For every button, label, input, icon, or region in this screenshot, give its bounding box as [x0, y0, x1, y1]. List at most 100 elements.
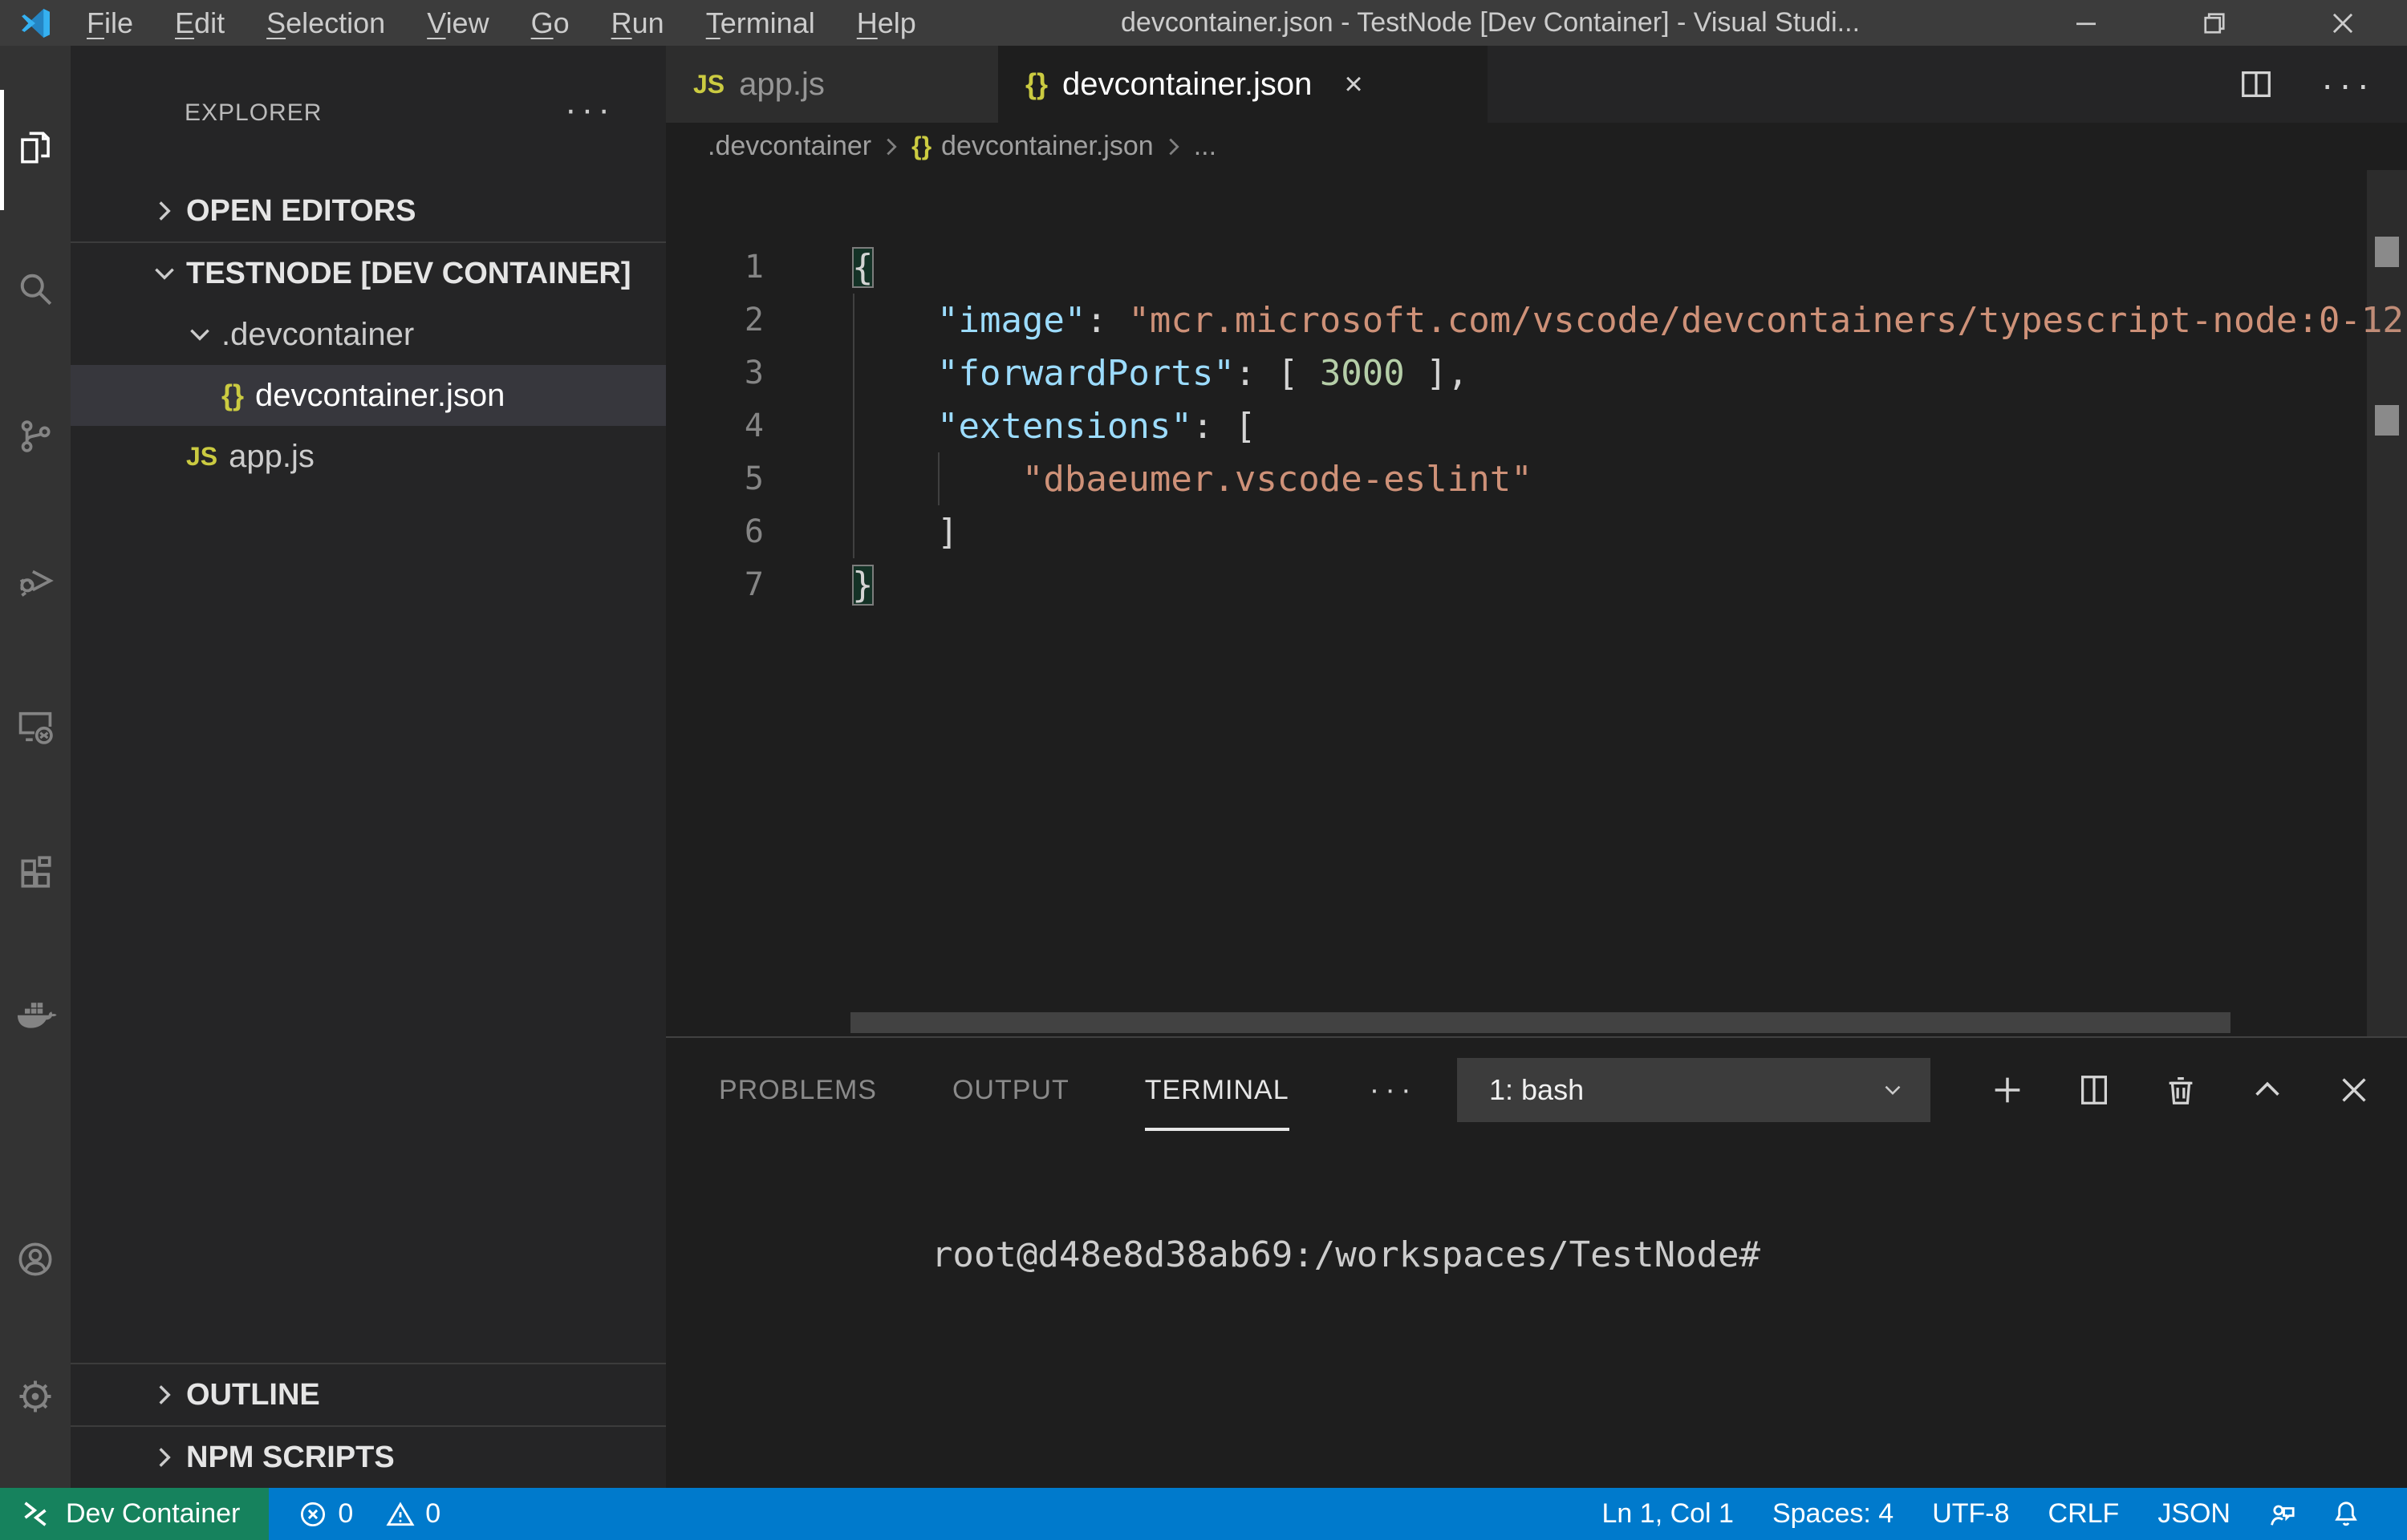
code-line-1[interactable]: 1{ — [666, 241, 2407, 294]
menu-edit[interactable]: Edit — [154, 0, 246, 46]
status-crlf[interactable]: CRLF — [2029, 1498, 2139, 1530]
terminal-selector[interactable]: 1: bash — [1457, 1058, 1930, 1122]
code-text: "dbaeumer.vscode-eslint" — [786, 459, 1532, 500]
section-label: OUTLINE — [186, 1378, 320, 1412]
panel-tab-output[interactable]: OUTPUT — [952, 1038, 1070, 1142]
menu-go[interactable]: Go — [510, 0, 591, 46]
js-file-icon: JS — [186, 442, 217, 472]
tab-label: app.js — [739, 67, 825, 103]
code-line-2[interactable]: 2 "image": "mcr.microsoft.com/vscode/dev… — [666, 294, 2407, 346]
search-icon[interactable] — [0, 252, 71, 326]
tree-item-label: .devcontainer — [221, 317, 414, 353]
tab-app.js[interactable]: JSapp.js — [666, 46, 998, 123]
code-text: { — [786, 247, 874, 288]
warnings-icon — [385, 1499, 416, 1530]
code-text: "extensions": [ — [786, 406, 1256, 447]
feedback-icon[interactable] — [2250, 1498, 2314, 1530]
docker-icon[interactable] — [0, 976, 71, 1050]
breadcrumb-item[interactable]: ... — [1194, 131, 1216, 162]
tree-item-open-editors[interactable]: OPEN EDITORS — [71, 180, 666, 241]
bottom-panel: PROBLEMS OUTPUT TERMINAL ··· 1: bash — [666, 1036, 2407, 1488]
section-outline[interactable]: OUTLINE — [71, 1364, 666, 1425]
kill-terminal-icon[interactable] — [2160, 1069, 2202, 1111]
close-window-button[interactable] — [2279, 0, 2407, 46]
horizontal-scrollbar[interactable] — [850, 1012, 2230, 1033]
split-editor-icon[interactable] — [2238, 66, 2275, 103]
errors-count: 0 — [338, 1498, 353, 1530]
new-terminal-icon[interactable] — [1987, 1069, 2028, 1111]
section-npm-scripts[interactable]: NPM SCRIPTS — [71, 1427, 666, 1488]
menu-terminal[interactable]: Terminal — [685, 0, 836, 46]
close-panel-icon[interactable] — [2333, 1069, 2375, 1111]
title-bar: FileEditSelectionViewGoRunTerminalHelp d… — [0, 0, 2407, 46]
json-file-icon: {} — [1025, 67, 1048, 101]
status-spaces-4[interactable]: Spaces: 4 — [1753, 1498, 1913, 1530]
menu-selection[interactable]: Selection — [246, 0, 406, 46]
code-line-4[interactable]: 4 "extensions": [ — [666, 399, 2407, 452]
notifications-bell-icon[interactable] — [2314, 1498, 2378, 1530]
code-text: } — [786, 565, 874, 606]
explorer-more-icon[interactable]: ··· — [565, 92, 615, 128]
tree-item-label: devcontainer.json — [255, 378, 505, 414]
tab-devcontainer.json[interactable]: {}devcontainer.json× — [998, 46, 1488, 123]
restore-button[interactable] — [2150, 0, 2279, 46]
extensions-icon[interactable] — [0, 835, 71, 909]
scrollbar-decoration — [2375, 405, 2399, 436]
menu-file[interactable]: File — [66, 0, 154, 46]
tree-item-testnode-dev-container-[interactable]: TESTNODE [DEV CONTAINER] — [71, 243, 666, 304]
line-number: 3 — [666, 355, 786, 391]
breadcrumb-item[interactable]: {}devcontainer.json — [911, 131, 1154, 162]
editor-group: JSapp.js{}devcontainer.json× ··· .devcon… — [666, 46, 2407, 1488]
panel-tab-terminal[interactable]: TERMINAL — [1145, 1038, 1289, 1142]
breadcrumb-label: ... — [1194, 131, 1216, 162]
code-line-7[interactable]: 7} — [666, 558, 2407, 611]
problems-status[interactable]: 0 0 — [269, 1498, 461, 1530]
terminal-output[interactable]: root@d48e8d38ab69:/workspaces/TestNode# — [666, 1142, 2407, 1316]
tree-item-label: TESTNODE [DEV CONTAINER] — [186, 257, 631, 291]
tree-item-app.js[interactable]: JSapp.js — [71, 426, 666, 487]
status-utf-8[interactable]: UTF-8 — [1913, 1498, 2028, 1530]
breadcrumb-label: .devcontainer — [708, 131, 871, 162]
explorer-icon[interactable] — [0, 111, 71, 184]
code-line-5[interactable]: 5 "dbaeumer.vscode-eslint" — [666, 452, 2407, 505]
split-terminal-icon[interactable] — [2073, 1069, 2115, 1111]
panel-header: PROBLEMS OUTPUT TERMINAL ··· 1: bash — [666, 1038, 2407, 1142]
status-ln-1-col-1[interactable]: Ln 1, Col 1 — [1583, 1498, 1753, 1530]
remote-label: Dev Container — [66, 1498, 240, 1530]
breadcrumb-separator-icon — [871, 135, 911, 159]
menu-view[interactable]: View — [406, 0, 509, 46]
breadcrumb-item[interactable]: .devcontainer — [708, 131, 871, 162]
warnings-count: 0 — [425, 1498, 440, 1530]
window-title: devcontainer.json - TestNode [Dev Contai… — [1121, 0, 1860, 46]
breadcrumb-label: devcontainer.json — [941, 131, 1154, 162]
source-control-icon[interactable] — [0, 399, 71, 473]
remote-icon — [19, 1498, 51, 1530]
menu-run[interactable]: Run — [591, 0, 685, 46]
maximize-panel-icon[interactable] — [2247, 1069, 2288, 1111]
close-tab-icon[interactable]: × — [1344, 67, 1362, 103]
vertical-scrollbar[interactable] — [2367, 170, 2407, 1036]
status-json[interactable]: JSON — [2138, 1498, 2250, 1530]
panel-tab-problems[interactable]: PROBLEMS — [719, 1038, 877, 1142]
terminal-selector-value: 1: bash — [1489, 1073, 1879, 1107]
code-editor[interactable]: 1{2 "image": "mcr.microsoft.com/vscode/d… — [666, 170, 2407, 1036]
tree-item-devcontainer.json[interactable]: {}devcontainer.json — [71, 365, 666, 426]
section-label: NPM SCRIPTS — [186, 1441, 395, 1475]
tree-item-.devcontainer[interactable]: .devcontainer — [71, 304, 666, 365]
panel-more-icon[interactable]: ··· — [1370, 1074, 1417, 1106]
editor-more-icon[interactable]: ··· — [2321, 68, 2375, 100]
settings-gear-icon[interactable] — [0, 1360, 71, 1433]
vscode-window: FileEditSelectionViewGoRunTerminalHelp d… — [0, 0, 2407, 1540]
code-line-3[interactable]: 3 "forwardPorts": [ 3000 ], — [666, 346, 2407, 399]
accounts-icon[interactable] — [0, 1222, 71, 1296]
scrollbar-decoration — [2375, 237, 2399, 267]
run-debug-icon[interactable] — [0, 544, 71, 618]
code-text: ] — [786, 512, 958, 553]
remote-indicator[interactable]: Dev Container — [0, 1488, 269, 1540]
menu-help[interactable]: Help — [836, 0, 937, 46]
explorer-bottom-sections: OUTLINE NPM SCRIPTS — [71, 1363, 666, 1488]
line-number: 7 — [666, 566, 786, 603]
minimize-button[interactable] — [2022, 0, 2150, 46]
code-line-6[interactable]: 6 ] — [666, 505, 2407, 558]
remote-explorer-icon[interactable] — [0, 690, 71, 764]
